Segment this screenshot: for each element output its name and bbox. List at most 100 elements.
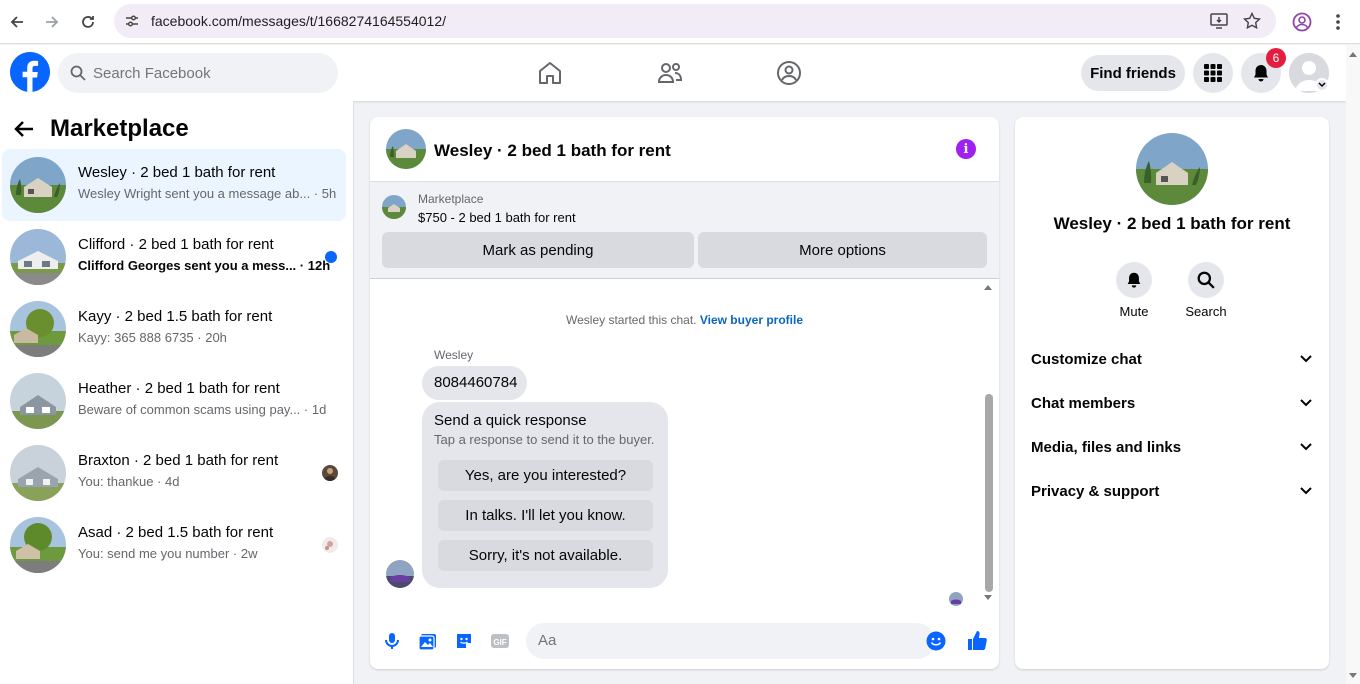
conversation-name: Braxton · 2 bed 1 bath for rent [78, 452, 279, 469]
chat-members-section[interactable]: Chat members [1031, 383, 1313, 423]
mute-label: Mute [1119, 304, 1149, 319]
scroll-down-icon[interactable] [984, 595, 992, 601]
chevron-down-icon [1300, 443, 1312, 451]
chat-panel: Wesley · 2 bed 1 bath for rent i Marketp… [370, 117, 999, 669]
seen-avatar [322, 465, 338, 481]
conversation-name: Kayy · 2 bed 1.5 bath for rent [78, 308, 273, 325]
sidebar-header: Marketplace [12, 115, 189, 143]
quick-response-subtitle: Tap a response to send it to the buyer. [434, 432, 655, 447]
sticker-icon[interactable] [454, 631, 474, 651]
conversation-preview: Kayy: 365 888 6735 · 20h [78, 330, 227, 345]
install-app-icon[interactable] [1210, 13, 1228, 29]
read-receipt-avatar [949, 592, 963, 606]
chat-thumbnail[interactable] [386, 129, 426, 169]
message-scroll-thumb[interactable] [985, 394, 993, 592]
account-caret[interactable] [1315, 78, 1329, 92]
conversation-preview: Clifford Georges sent you a mess... · 12… [78, 258, 331, 273]
home-icon[interactable] [536, 59, 564, 87]
marketplace-sidebar: Marketplace Wesley · 2 bed 1 bath for re… [0, 101, 354, 684]
privacy-support-section[interactable]: Privacy & support [1031, 471, 1313, 511]
menu-button[interactable] [1193, 53, 1233, 93]
conversation-item[interactable]: Kayy · 2 bed 1.5 bath for rent Kayy: 365… [2, 293, 346, 365]
facebook-search[interactable] [58, 53, 338, 93]
chat-header: Wesley · 2 bed 1 bath for rent i [370, 117, 999, 182]
listing-thumbnail [10, 301, 66, 357]
sender-avatar[interactable] [386, 560, 414, 588]
url-text[interactable]: facebook.com/messages/t/1668274164554012… [151, 13, 446, 29]
quick-response-title: Send a quick response [434, 412, 587, 429]
conversation-item[interactable]: Heather · 2 bed 1 bath for rent Beware o… [2, 365, 346, 437]
conversation-name: Wesley · 2 bed 1 bath for rent [78, 164, 276, 181]
site-settings-icon[interactable] [124, 13, 140, 29]
facebook-header: Find friends 6 [0, 45, 1346, 101]
quick-response-option[interactable]: In talks. I'll let you know. [438, 500, 653, 531]
search-icon [70, 65, 86, 81]
media-files-links-section[interactable]: Media, files and links [1031, 427, 1313, 467]
quick-response-option[interactable]: Yes, are you interested? [438, 460, 653, 491]
message-input-wrapper[interactable] [526, 623, 946, 659]
conversation-preview: You: send me you number · 2w [78, 546, 258, 561]
sidebar-title: Marketplace [50, 115, 189, 142]
profile-icon[interactable] [1292, 12, 1312, 32]
more-options-button[interactable]: More options [698, 232, 987, 268]
chat-info-panel: Wesley · 2 bed 1 bath for rent Mute Sear… [1015, 117, 1329, 669]
chat-title[interactable]: Wesley · 2 bed 1 bath for rent [434, 141, 671, 161]
browser-toolbar: facebook.com/messages/t/1668274164554012… [0, 0, 1360, 44]
bell-icon [1127, 272, 1141, 288]
message-bubble[interactable]: 8084460784 [422, 366, 527, 400]
chevron-down-icon [1300, 355, 1312, 363]
gif-icon[interactable]: GIF [490, 631, 510, 651]
message-input[interactable] [538, 632, 878, 649]
conversation-item[interactable]: Asad · 2 bed 1.5 bath for rent You: send… [2, 509, 346, 581]
conversation-name: Asad · 2 bed 1.5 bath for rent [78, 524, 274, 541]
mute-action[interactable]: Mute [1104, 262, 1164, 319]
listing-title[interactable]: $750 - 2 bed 1 bath for rent [418, 210, 576, 225]
emoji-icon[interactable] [926, 631, 946, 651]
forward-icon[interactable] [38, 8, 66, 36]
scroll-up-icon[interactable] [984, 284, 992, 290]
mark-as-pending-button[interactable]: Mark as pending [382, 232, 694, 268]
info-icon[interactable]: i [956, 139, 976, 159]
chevron-down-icon [1300, 399, 1312, 407]
groups-icon[interactable] [775, 59, 803, 87]
back-icon[interactable] [3, 8, 31, 36]
back-arrow-icon[interactable] [12, 117, 36, 141]
quick-response-option[interactable]: Sorry, it's not available. [438, 540, 653, 571]
search-icon [1197, 271, 1215, 289]
conversation-item[interactable]: Braxton · 2 bed 1 bath for rent You: tha… [2, 437, 346, 509]
mute-button[interactable] [1116, 262, 1152, 298]
scroll-down-icon[interactable] [1349, 673, 1357, 679]
conversation-preview: You: thankue · 4d [78, 474, 180, 489]
listing-thumbnail [10, 373, 66, 429]
microphone-icon[interactable] [382, 631, 402, 651]
browser-menu-icon[interactable] [1330, 12, 1346, 32]
reload-icon[interactable] [74, 8, 102, 36]
facebook-logo-icon[interactable] [10, 52, 50, 92]
info-title: Wesley · 2 bed 1 bath for rent [1053, 214, 1291, 233]
find-friends-button[interactable]: Find friends [1081, 55, 1185, 91]
conversation-item[interactable]: Clifford · 2 bed 1 bath for rent Cliffor… [2, 221, 346, 293]
friends-icon[interactable] [656, 59, 684, 87]
conversation-item[interactable]: Wesley · 2 bed 1 bath for rent Wesley Wr… [2, 149, 346, 221]
address-bar[interactable]: facebook.com/messages/t/1668274164554012… [114, 4, 1276, 38]
search-chat-button[interactable] [1188, 262, 1224, 298]
like-thumbs-up-icon[interactable] [966, 629, 988, 651]
page-scrollbar[interactable] [1346, 45, 1360, 684]
photo-icon[interactable] [418, 631, 438, 651]
customize-chat-section[interactable]: Customize chat [1031, 339, 1313, 379]
listing-thumbnail [382, 195, 406, 219]
scroll-up-icon[interactable] [1349, 51, 1357, 57]
view-buyer-profile-link[interactable]: View buyer profile [700, 313, 803, 327]
sender-name: Wesley [434, 348, 474, 362]
conversation-name: Heather · 2 bed 1 bath for rent [78, 380, 280, 397]
message-composer: GIF [370, 617, 999, 669]
search-action[interactable]: Search [1176, 262, 1236, 319]
listing-image[interactable] [1136, 133, 1208, 205]
conversation-preview: Wesley Wright sent you a message ab... ·… [78, 186, 337, 201]
conversation-name: Clifford · 2 bed 1 bath for rent [78, 236, 274, 253]
listing-thumbnail [10, 517, 66, 573]
listing-banner: Marketplace $750 - 2 bed 1 bath for rent… [370, 182, 999, 279]
bookmark-star-icon[interactable] [1243, 12, 1261, 30]
search-input[interactable] [93, 64, 323, 82]
conversation-preview: Beware of common scams using pay... · 1d [78, 402, 327, 417]
